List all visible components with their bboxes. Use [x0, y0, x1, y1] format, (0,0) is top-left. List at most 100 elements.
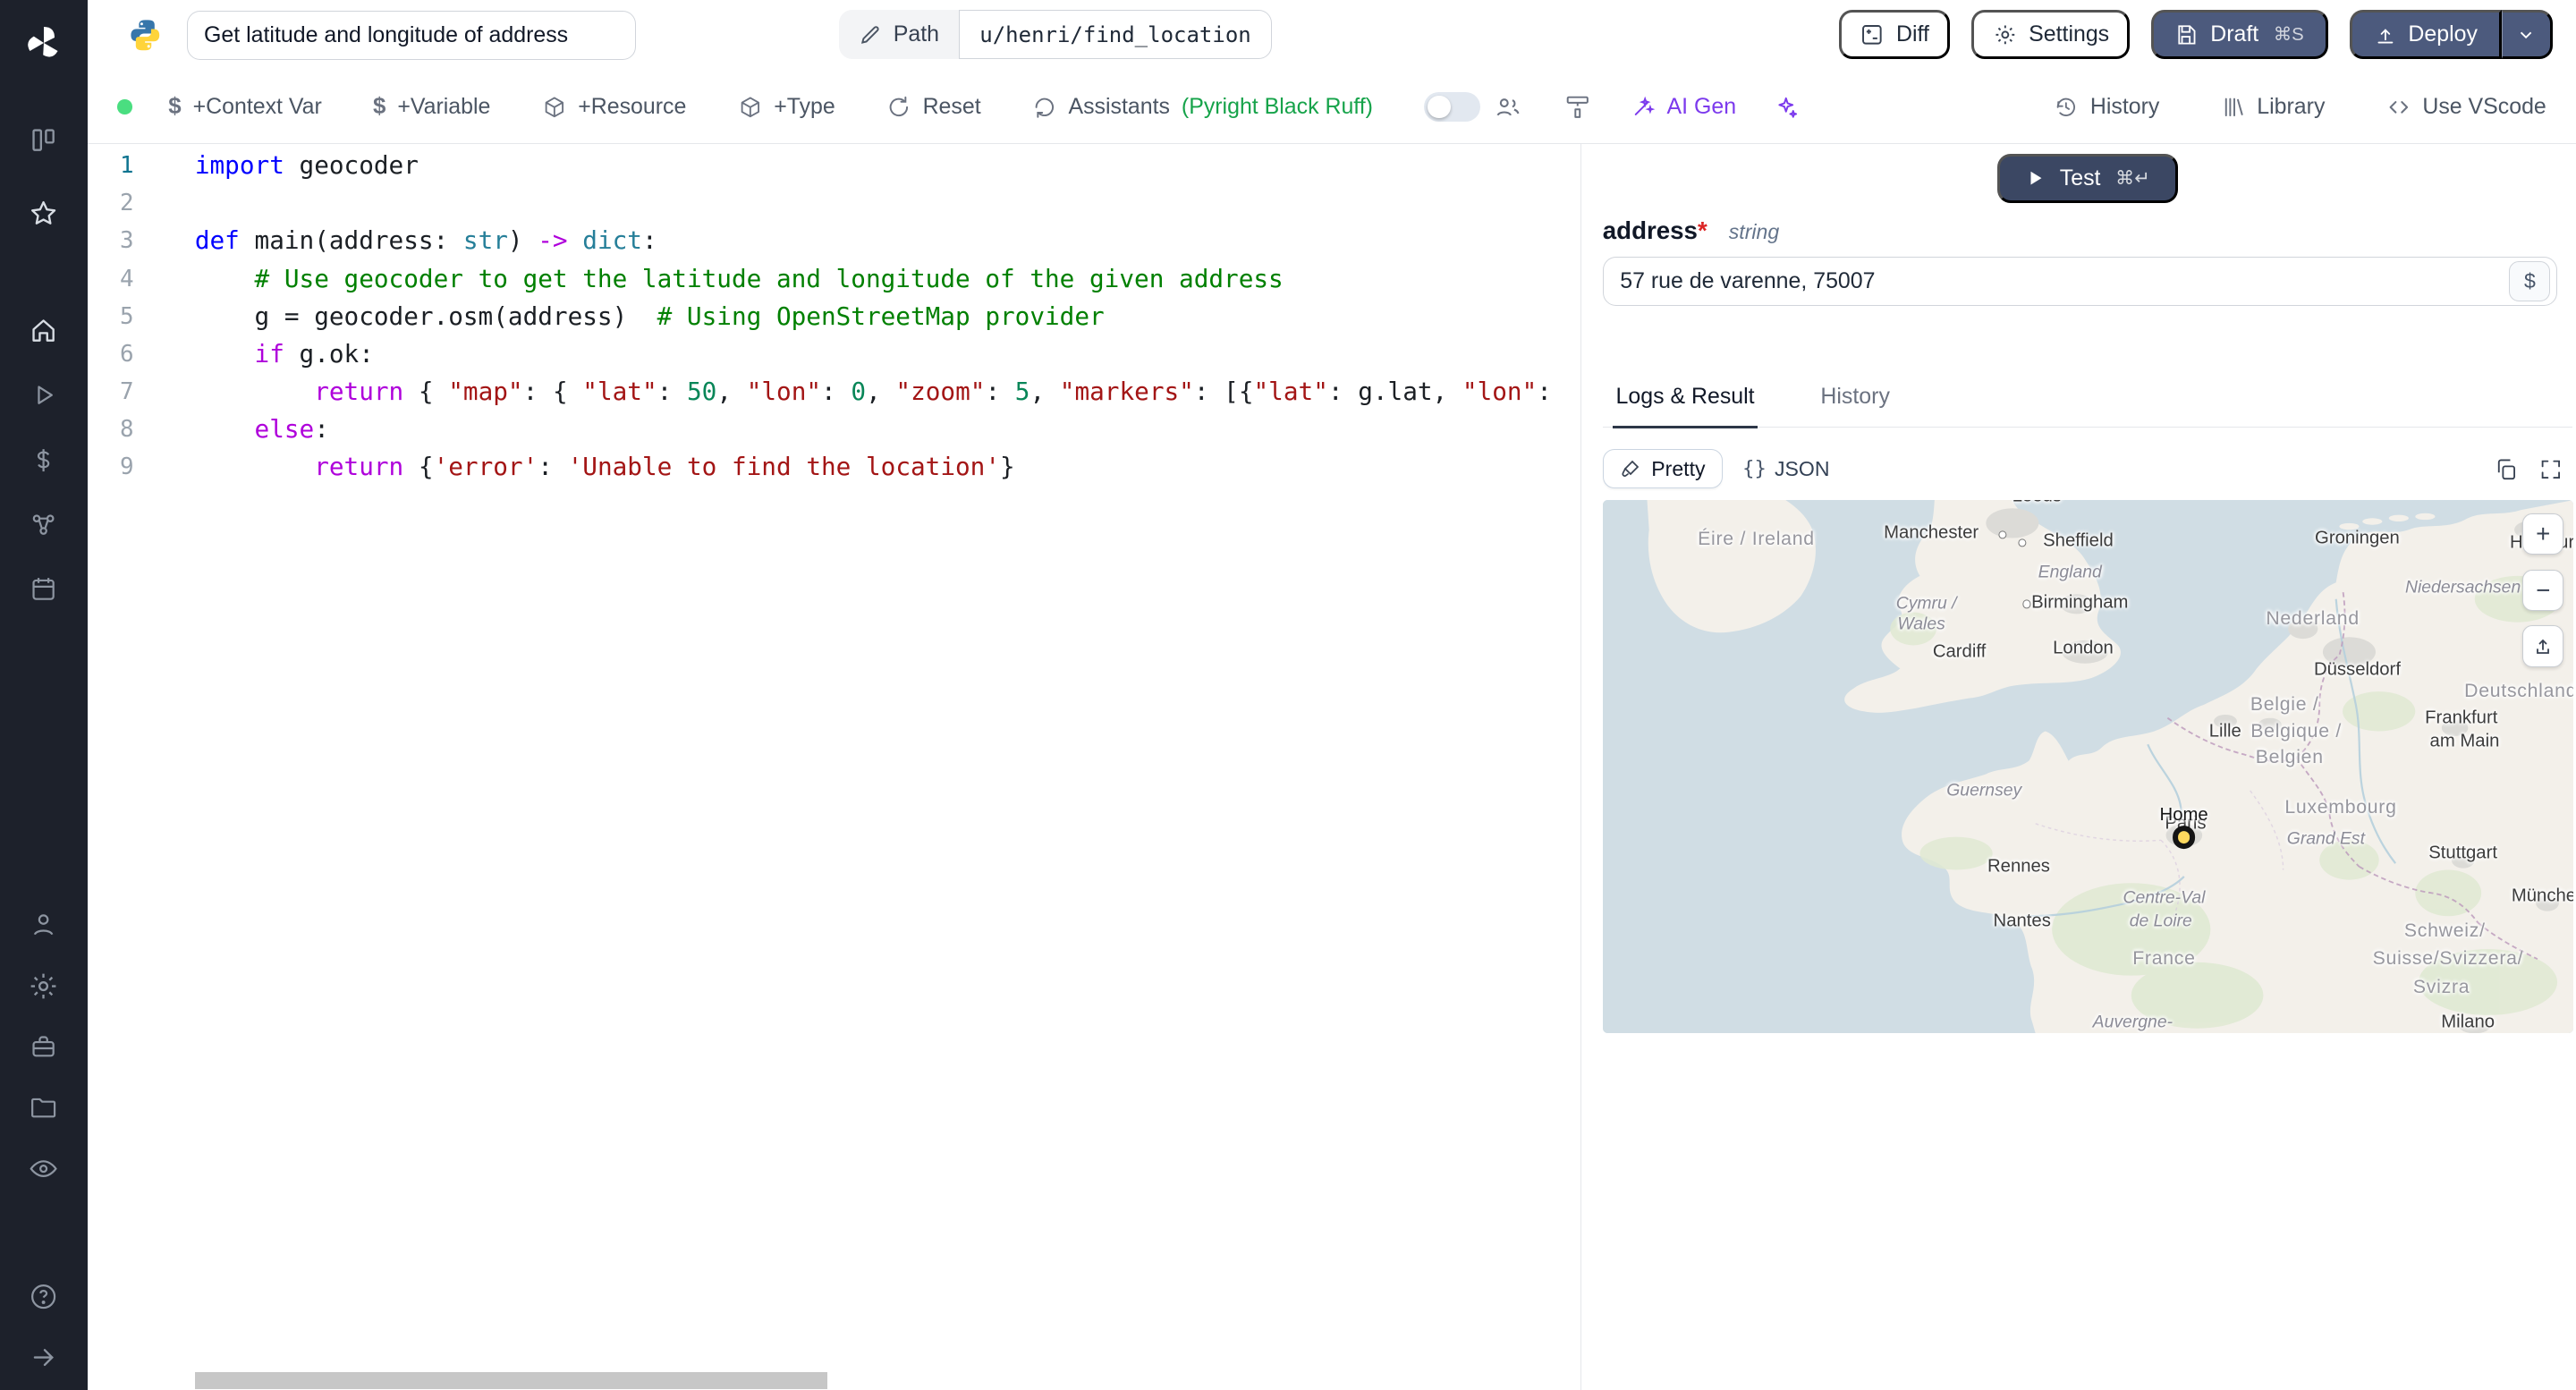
test-button[interactable]: Test ⌘↵: [1997, 153, 2178, 204]
user-icon[interactable]: [13, 895, 74, 954]
board-icon[interactable]: [13, 111, 74, 170]
script-title-input[interactable]: [186, 11, 636, 61]
map-geometry: [1602, 500, 2574, 1034]
result-tabs: Logs & Result History: [1602, 384, 2573, 429]
play-icon: [2025, 168, 2045, 188]
code-lines[interactable]: import geocoder def main(address: str) -…: [195, 147, 1563, 486]
draft-label: Draft: [2210, 21, 2259, 47]
line-number: 8: [119, 415, 134, 443]
code-line: else:: [254, 413, 329, 444]
tab-history[interactable]: History: [1818, 384, 1894, 428]
add-resource-button[interactable]: +Resource: [542, 94, 686, 120]
collapse-arrow-icon[interactable]: [13, 1327, 74, 1386]
draft-shortcut: ⌘S: [2273, 25, 2304, 46]
pencil-icon: [859, 23, 882, 47]
chevron-down-icon: [2516, 25, 2536, 45]
code-line: return {'error': 'Unable to find the loc…: [314, 451, 1015, 481]
copy-icon[interactable]: [2494, 457, 2519, 482]
assistants-button[interactable]: Assistants (Pyright Black Ruff): [1032, 94, 1373, 120]
reset-button[interactable]: Reset: [886, 94, 981, 120]
path-label: Path: [893, 21, 939, 47]
deploy-button[interactable]: Deploy: [2349, 10, 2502, 60]
recenter-button[interactable]: [2522, 625, 2564, 667]
variables-dollar-icon[interactable]: [13, 431, 74, 490]
code-line: if g.ok:: [254, 338, 374, 369]
braces-icon: {}: [1742, 457, 1767, 481]
json-toggle[interactable]: {} JSON: [1742, 457, 1829, 481]
result-toolbar: Pretty {} JSON: [1602, 449, 2573, 489]
path-value[interactable]: u/henri/find_location: [959, 10, 1272, 60]
pretty-toggle[interactable]: Pretty: [1602, 449, 1723, 489]
multiplayer-toggle[interactable]: [1424, 91, 1480, 123]
history-button[interactable]: History: [2054, 94, 2159, 120]
field-type: string: [1728, 219, 1780, 243]
add-type-button[interactable]: +Type: [738, 94, 835, 120]
schedules-calendar-icon[interactable]: [13, 560, 74, 619]
line-number: 2: [119, 190, 134, 217]
users-icon[interactable]: [1494, 93, 1521, 121]
settings-button[interactable]: Settings: [1971, 10, 2131, 60]
save-icon: [2175, 23, 2199, 47]
test-shortcut: ⌘↵: [2115, 167, 2151, 189]
draft-button[interactable]: Draft ⌘S: [2151, 10, 2328, 60]
assistants-status: (Pyright Black Ruff): [1181, 93, 1373, 119]
code-line: return { "map": { "lat": 50, "lon": 0, "…: [314, 376, 1552, 406]
ai-gen-button[interactable]: AI Gen: [1631, 94, 1736, 120]
resources-nodes-icon[interactable]: [13, 496, 74, 555]
header: Path u/henri/find_location Diff Settings: [87, 0, 2576, 72]
audit-eye-icon[interactable]: [13, 1140, 74, 1199]
help-icon[interactable]: [13, 1267, 74, 1326]
windmill-logo-icon[interactable]: [13, 13, 74, 72]
run-panel: Test ⌘↵ address* string $ Logs & Result …: [1580, 143, 2576, 1390]
horizontal-scrollbar[interactable]: [194, 1372, 827, 1389]
app-root: Path u/henri/find_location Diff Settings: [0, 0, 2576, 1390]
diff-button[interactable]: Diff: [1839, 10, 1951, 60]
code-editor: 1 2 3 4 5 6 7 8 9 import geocoder def main(addre…: [87, 143, 1564, 1390]
diff-label: Diff: [1896, 21, 1929, 47]
zoom-out-button[interactable]: −: [2522, 569, 2564, 611]
home-icon[interactable]: [13, 301, 74, 360]
deploy-upload-icon: [2374, 23, 2397, 47]
zoom-in-button[interactable]: +: [2522, 513, 2564, 555]
assistants-rotate-icon: [1032, 95, 1057, 120]
runs-play-icon[interactable]: [13, 365, 74, 424]
folders-icon[interactable]: [13, 1079, 74, 1138]
argument-header: address* string: [1603, 216, 2573, 245]
insert-variable-button[interactable]: $: [2509, 261, 2551, 301]
sparkles-icon[interactable]: [1773, 94, 1800, 121]
code-line: def main(address: str) -> dict:: [194, 225, 657, 256]
line-number: 4: [119, 265, 134, 292]
brush-icon: [1620, 458, 1641, 479]
deploy-label: Deploy: [2408, 21, 2478, 47]
result-map[interactable]: LeedsÉire / IrelandManchesterSheffieldGr…: [1602, 500, 2574, 1034]
status-dot: [117, 99, 132, 114]
add-variable-button[interactable]: $ +Variable: [373, 94, 490, 120]
workers-briefcase-icon[interactable]: [13, 1017, 74, 1076]
use-vscode-button[interactable]: Use VScode: [2386, 94, 2546, 120]
deploy-more-button[interactable]: [2501, 10, 2554, 60]
box-icon: [738, 95, 763, 120]
line-number: 7: [119, 377, 134, 405]
package-icon: [542, 95, 567, 120]
field-name: address: [1602, 216, 1698, 244]
settings-gear-icon[interactable]: [13, 956, 74, 1015]
line-number: 1: [119, 152, 134, 180]
test-label: Test: [2059, 165, 2101, 191]
tab-logs-result[interactable]: Logs & Result: [1612, 384, 1758, 429]
code-line: # Use geocoder to get the latitude and l…: [254, 263, 1284, 293]
path-control[interactable]: Path u/henri/find_location: [838, 10, 1272, 60]
diff-icon: [1860, 22, 1885, 47]
editor-toolbar: $ +Context Var $ +Variable +Resource +Ty…: [87, 71, 2576, 144]
dollar-icon: $: [373, 93, 386, 119]
library-button[interactable]: Library: [2221, 94, 2325, 120]
address-input[interactable]: [1602, 256, 2557, 307]
add-context-var-button[interactable]: $ +Context Var: [168, 94, 322, 120]
ai-wand-icon: [1631, 95, 1656, 120]
line-number: 5: [119, 302, 134, 330]
format-brush-icon[interactable]: [1564, 94, 1591, 121]
expand-icon[interactable]: [2538, 457, 2563, 482]
gutter: 1 2 3 4 5 6 7 8 9: [88, 147, 154, 486]
favorites-star-icon[interactable]: [13, 183, 74, 242]
history-clock-icon: [2054, 95, 2079, 120]
